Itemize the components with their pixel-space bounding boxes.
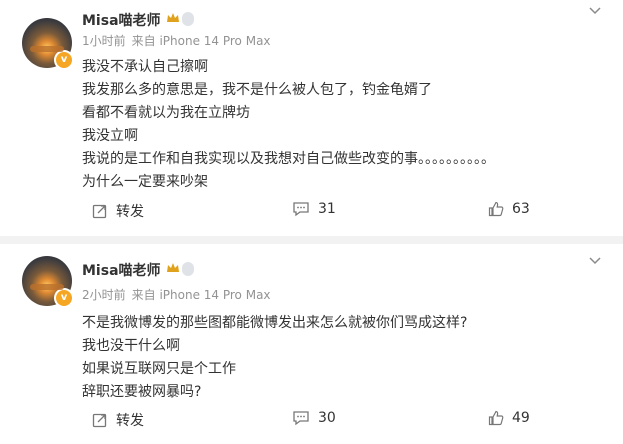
comment-count: 31 bbox=[318, 201, 336, 217]
comment-button[interactable]: 30 bbox=[292, 410, 336, 426]
like-button[interactable]: 49 bbox=[488, 410, 530, 426]
repost-icon bbox=[92, 413, 107, 428]
post-time: 1小时前 bbox=[82, 34, 126, 48]
verified-badge-icon: v bbox=[54, 288, 74, 308]
post-actions: 转发 31 63 bbox=[0, 201, 623, 225]
avatar[interactable]: v bbox=[22, 256, 74, 308]
like-count: 63 bbox=[512, 201, 530, 217]
avatar[interactable]: v bbox=[22, 18, 74, 70]
like-icon bbox=[488, 410, 504, 426]
username[interactable]: Misa喵老师 bbox=[82, 10, 161, 30]
post-source: 来自 iPhone 14 Pro Max bbox=[131, 34, 271, 48]
post-line: 我发那么多的意思是，我不是什么被人包了，钓金龟婿了 bbox=[82, 82, 432, 98]
post-line: 我没不承认自己擦啊 bbox=[82, 59, 208, 75]
post-line: 如果说互联网只是个工作 bbox=[82, 361, 236, 377]
weibo-feed: v Misa喵老师 1小时前 来自 iPhone 14 Pro Max 我没不承认… bbox=[0, 0, 623, 444]
post-line: 为什么一定要来吵架 bbox=[82, 174, 208, 190]
post-card: v Misa喵老师 2小时前 来自 iPhone 14 Pro Max 不是我微博… bbox=[0, 244, 623, 444]
post-actions: 转发 30 49 bbox=[0, 410, 623, 434]
level-badge bbox=[182, 262, 194, 276]
post-line: 我没立啊 bbox=[82, 128, 138, 144]
level-badge bbox=[182, 12, 194, 26]
repost-label: 转发 bbox=[116, 204, 144, 220]
comment-icon bbox=[293, 411, 309, 426]
post-source: 来自 iPhone 14 Pro Max bbox=[131, 288, 271, 302]
post-card: v Misa喵老师 1小时前 来自 iPhone 14 Pro Max 我没不承认… bbox=[0, 0, 623, 236]
crown-icon bbox=[167, 263, 179, 272]
post-meta: 1小时前 来自 iPhone 14 Pro Max bbox=[82, 32, 277, 49]
like-button[interactable]: 63 bbox=[488, 201, 530, 217]
comment-icon bbox=[293, 202, 309, 217]
repost-icon bbox=[92, 204, 107, 219]
chevron-down-icon[interactable] bbox=[589, 6, 601, 16]
comment-button[interactable]: 31 bbox=[292, 201, 336, 217]
username[interactable]: Misa喵老师 bbox=[82, 260, 161, 280]
post-line: 看都不看就以为我在立牌坊 bbox=[82, 105, 250, 121]
repost-button[interactable]: 转发 bbox=[92, 410, 144, 430]
repost-label: 转发 bbox=[116, 413, 144, 429]
verified-badge-icon: v bbox=[54, 50, 74, 70]
like-count: 49 bbox=[512, 410, 530, 426]
post-line: 我说的是工作和自我实现以及我想对自己做些改变的事。。。。。。。。。。 bbox=[82, 151, 495, 167]
post-time: 2小时前 bbox=[82, 288, 126, 302]
chevron-down-icon[interactable] bbox=[589, 256, 601, 266]
post-line: 不是我微博发的那些图都能微博发出来怎么就被你们骂成这样? bbox=[82, 315, 468, 331]
comment-count: 30 bbox=[318, 410, 336, 426]
repost-button[interactable]: 转发 bbox=[92, 201, 144, 221]
post-content: 不是我微博发的那些图都能微博发出来怎么就被你们骂成这样? 我也没干什么啊 如果说… bbox=[82, 312, 467, 404]
post-line: 辞职还要被网暴吗? bbox=[82, 384, 202, 400]
crown-icon bbox=[167, 13, 179, 22]
post-line: 我也没干什么啊 bbox=[82, 338, 180, 354]
like-icon bbox=[488, 201, 504, 217]
post-content: 我没不承认自己擦啊 我发那么多的意思是，我不是什么被人包了，钓金龟婿了 看都不看… bbox=[82, 56, 495, 194]
post-meta: 2小时前 来自 iPhone 14 Pro Max bbox=[82, 286, 277, 303]
